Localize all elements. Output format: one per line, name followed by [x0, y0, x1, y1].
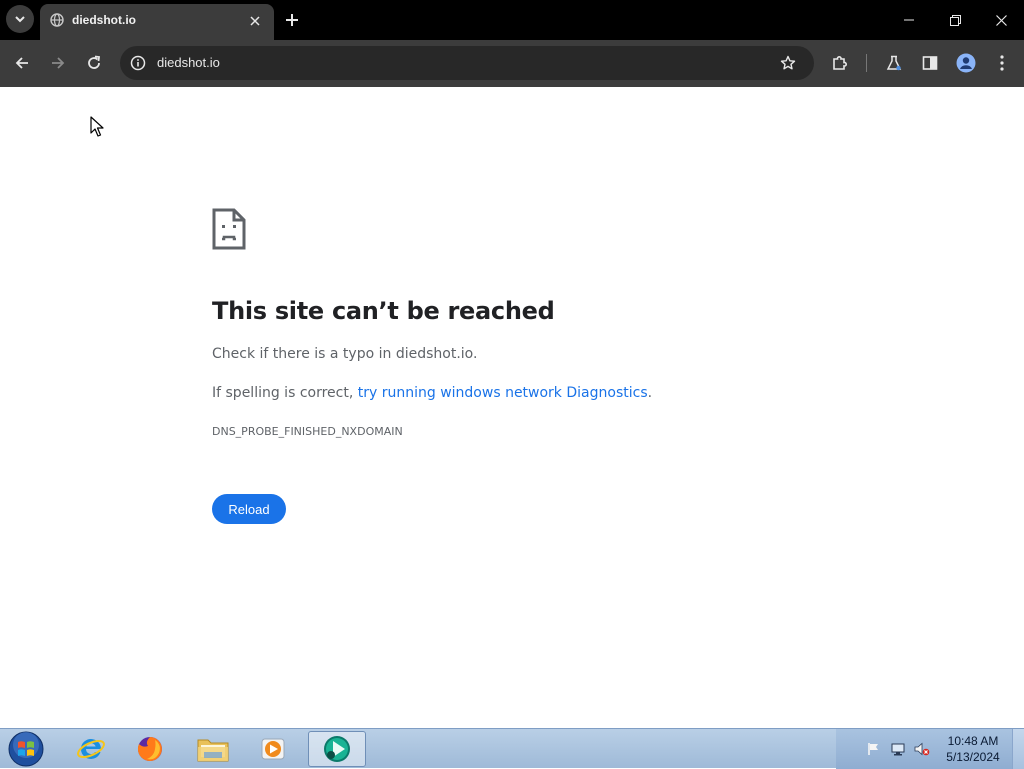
error-code: DNS_PROBE_FINISHED_NXDOMAIN: [212, 425, 403, 438]
globe-icon: [50, 13, 64, 27]
address-bar[interactable]: diedshot.io: [120, 46, 814, 80]
folder-icon: [197, 739, 229, 762]
taskbar: 10:48 AM 5/13/2024: [0, 728, 1024, 769]
side-panel-icon: [922, 56, 938, 70]
browser-tab[interactable]: diedshot.io: [40, 4, 274, 40]
sad-page-icon: [212, 208, 246, 250]
internet-explorer-icon: [77, 738, 105, 759]
arrow-left-icon: [15, 57, 28, 69]
volume-muted-icon: [914, 742, 930, 756]
site-info-button[interactable]: [128, 53, 148, 73]
forward-button[interactable]: [43, 48, 73, 78]
flask-icon: [886, 55, 902, 71]
arrow-right-icon: [52, 57, 65, 69]
puzzle-icon: [833, 56, 847, 70]
back-button[interactable]: [7, 48, 37, 78]
bookmark-button[interactable]: [777, 52, 799, 74]
taskbar-browser[interactable]: [308, 731, 366, 767]
media-player-icon: [261, 738, 285, 760]
firefox-icon: [137, 737, 162, 761]
restore-icon: [949, 14, 961, 26]
extensions-button[interactable]: [825, 48, 855, 78]
diagnostics-hint: If spelling is correct, try running wind…: [212, 385, 652, 401]
reload-toolbar-button[interactable]: [79, 48, 109, 78]
address-bar-url: diedshot.io: [157, 55, 220, 70]
restore-button[interactable]: [932, 0, 978, 40]
volume-status[interactable]: [914, 741, 930, 757]
new-tab-button[interactable]: [280, 8, 304, 32]
diagnostics-link[interactable]: try running windows network Diagnostics: [358, 385, 648, 401]
network-status[interactable]: [890, 741, 906, 757]
network-icon: [891, 743, 905, 756]
tab-strip: diedshot.io: [0, 0, 1024, 40]
tab-search-button[interactable]: [6, 5, 34, 33]
browser-app-icon: [324, 736, 350, 762]
close-icon: [995, 14, 1007, 26]
diagnostics-suffix: .: [647, 385, 653, 401]
show-desktop-button[interactable]: [1012, 729, 1024, 769]
mouse-cursor-icon: [90, 116, 104, 137]
plus-icon: [286, 14, 298, 26]
minimize-button[interactable]: [886, 0, 932, 40]
tab-close-button[interactable]: [246, 12, 264, 30]
diagnostics-prefix: If spelling is correct,: [212, 385, 358, 401]
close-icon: [250, 16, 260, 26]
flag-icon: [868, 743, 878, 755]
system-clock[interactable]: 10:48 AM 5/13/2024: [940, 733, 1006, 765]
toolbar-separator: [866, 54, 867, 72]
tab-title: diedshot.io: [72, 13, 136, 27]
close-window-button[interactable]: [978, 0, 1024, 40]
windows-orb-icon: [8, 731, 44, 767]
clock-time: 10:48 AM: [947, 734, 999, 748]
menu-button[interactable]: [987, 48, 1017, 78]
labs-button[interactable]: [879, 48, 909, 78]
chevron-down-icon: [15, 16, 25, 23]
taskbar-internet-explorer[interactable]: [62, 731, 120, 767]
start-button[interactable]: [6, 730, 46, 768]
refresh-icon: [88, 55, 101, 69]
profile-button[interactable]: [951, 48, 981, 78]
reload-button[interactable]: Reload: [212, 494, 286, 524]
minimize-icon: [904, 19, 914, 21]
page-title: This site can’t be reached: [212, 297, 555, 325]
action-center-flag[interactable]: [866, 741, 882, 757]
star-icon: [780, 55, 796, 70]
taskbar-media-player[interactable]: [244, 731, 302, 767]
typo-hint-text: Check if there is a typo in diedshot.io.: [212, 346, 478, 362]
avatar-icon: [956, 53, 976, 73]
clock-date: 5/13/2024: [946, 750, 1000, 764]
taskbar-firefox[interactable]: [121, 731, 179, 767]
kebab-menu-icon: [1000, 55, 1004, 71]
taskbar-file-explorer[interactable]: [184, 731, 242, 767]
browser-toolbar: diedshot.io: [0, 40, 1024, 87]
info-icon: [130, 55, 146, 71]
side-panel-button[interactable]: [915, 48, 945, 78]
error-page: This site can’t be reached Check if ther…: [0, 87, 1024, 728]
